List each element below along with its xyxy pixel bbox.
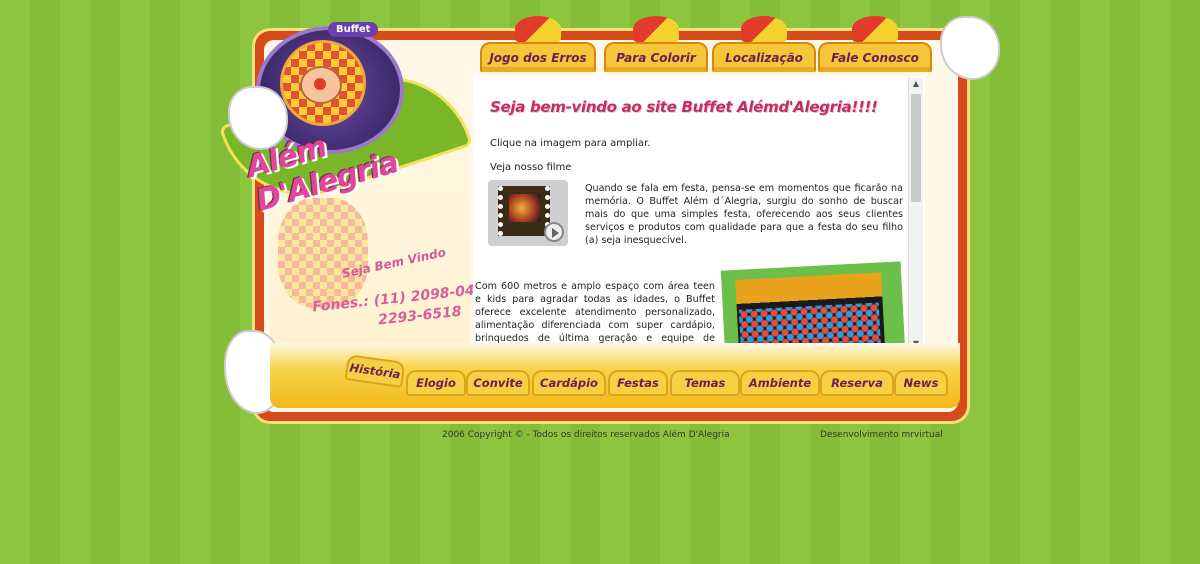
nav-elogio[interactable]: Elogio: [406, 370, 466, 396]
content-scrollbar[interactable]: ▲ ▼: [908, 78, 923, 350]
film-scene: [509, 194, 541, 222]
footer-developer[interactable]: Desenvolvimento mrvirtual: [820, 430, 943, 440]
film-label: Veja nosso filme: [490, 162, 572, 173]
buffet-label: Buffet: [328, 22, 379, 37]
nav-label: Jogo dos Erros: [489, 51, 587, 65]
jester-nose: [314, 78, 326, 90]
nav-label: Localização: [725, 51, 803, 65]
footer-copyright: 2006 Copyright © - Todos os direitos res…: [442, 430, 730, 440]
site-frame: Seja Bem Vindo Fones.: (11) 2098-0443 22…: [218, 8, 1000, 440]
nav-festas[interactable]: Festas: [608, 370, 668, 396]
jester-hat-icon: [852, 16, 898, 42]
jester-hat-icon: [515, 16, 561, 42]
nav-reserva[interactable]: Reserva: [820, 370, 894, 396]
nav-jogo-dos-erros[interactable]: Jogo dos Erros: [480, 16, 596, 72]
nav-ambiente[interactable]: Ambiente: [740, 370, 820, 396]
nav-para-colorir[interactable]: Para Colorir: [604, 16, 708, 72]
nav-localizacao[interactable]: Localização: [712, 16, 816, 72]
film-strip: [498, 186, 550, 236]
nav-temas[interactable]: Temas: [670, 370, 740, 396]
jester-watermark: [278, 198, 368, 308]
page-title: Seja bem-vindo ao site Buffet Alémd'Aleg…: [490, 98, 878, 116]
intro-paragraph: Quando se fala em festa, pensa-se em mom…: [585, 183, 903, 246]
nav-label: Para Colorir: [616, 51, 696, 65]
main-content: Seja bem-vindo ao site Buffet Alémd'Aleg…: [473, 76, 925, 348]
nav-convite[interactable]: Convite: [466, 370, 530, 396]
nav-fale-conosco[interactable]: Fale Conosco: [818, 16, 932, 72]
nav-news[interactable]: News: [894, 370, 948, 396]
venue-photo[interactable]: [720, 261, 906, 348]
scroll-thumb[interactable]: [911, 94, 921, 202]
nav-label: Fale Conosco: [831, 51, 919, 65]
video-thumbnail[interactable]: [488, 180, 568, 246]
click-hint: Clique na imagem para ampliar.: [490, 138, 651, 149]
scroll-up-icon[interactable]: ▲: [909, 78, 923, 90]
ball-pit-decoration: [738, 302, 881, 348]
jester-hat-icon: [741, 16, 787, 42]
jester-hat-icon: [633, 16, 679, 42]
description-paragraph: Com 600 metros e amplo espaço com área t…: [475, 281, 715, 348]
play-icon[interactable]: [544, 222, 564, 242]
nav-cardapio[interactable]: Cardápio: [532, 370, 606, 396]
